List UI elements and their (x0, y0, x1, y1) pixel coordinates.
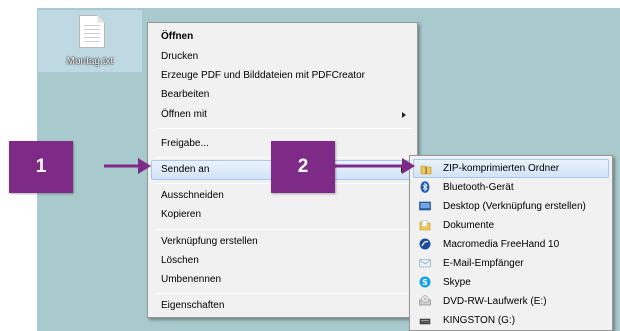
documents-folder-icon (419, 220, 431, 231)
submenu-item-desktop[interactable]: Desktop (Verknüpfung erstellen) (413, 197, 609, 216)
desktop-file-montag[interactable]: Montag.txt (38, 10, 142, 72)
menu-item-drucken[interactable]: Drucken (151, 47, 414, 67)
desktop-icon (419, 201, 431, 211)
submenu-item-kingston[interactable]: KINGSTON (G:) (413, 311, 609, 330)
skype-icon: S (419, 276, 431, 288)
menu-separator (156, 128, 413, 129)
bluetooth-icon (420, 181, 430, 193)
svg-text:S: S (422, 278, 428, 287)
menu-item-verknuepfung[interactable]: Verknüpfung erstellen (151, 232, 414, 252)
submenu-item-dvd[interactable]: DVD-RW-Laufwerk (E:) (413, 292, 609, 311)
submenu-item-zip[interactable]: ZIP-komprimierten Ordner (413, 159, 609, 178)
callout-badge-1: 1 (9, 141, 73, 193)
submenu-arrow-icon (402, 112, 406, 118)
submenu-item-skype[interactable]: S Skype (413, 273, 609, 292)
submenu-item-email[interactable]: E-Mail-Empfänger (413, 254, 609, 273)
menu-item-kopieren[interactable]: Kopieren (151, 205, 414, 225)
menu-item-oeffnen-mit[interactable]: Öffnen mit (151, 105, 414, 125)
usb-drive-icon (419, 318, 431, 325)
submenu-arrow-icon (401, 167, 405, 173)
submenu-item-dokumente[interactable]: Dokumente (413, 216, 609, 235)
menu-item-umbenennen[interactable]: Umbenennen (151, 270, 414, 290)
freehand-icon (419, 238, 431, 250)
send-to-submenu: ZIP-komprimierten Ordner Bluetooth-Gerät… (409, 155, 613, 331)
file-name-label: Montag.txt (66, 56, 114, 67)
submenu-item-freehand[interactable]: Macromedia FreeHand 10 (413, 235, 609, 254)
menu-item-eigenschaften[interactable]: Eigenschaften (151, 296, 414, 316)
menu-item-loeschen[interactable]: Löschen (151, 251, 414, 271)
zip-folder-icon (420, 165, 432, 175)
menu-item-oeffnen[interactable]: Öffnen (151, 27, 414, 47)
callout-badge-2: 2 (271, 141, 335, 193)
menu-item-bearbeiten[interactable]: Bearbeiten (151, 85, 414, 105)
mail-icon (419, 259, 431, 268)
menu-separator (156, 229, 413, 230)
dvd-drive-icon (419, 295, 431, 306)
menu-item-pdfcreator[interactable]: Erzeuge PDF und Bilddateien mit PDFCreat… (151, 66, 414, 86)
text-file-icon (79, 15, 105, 48)
menu-separator (156, 293, 413, 294)
submenu-item-bluetooth[interactable]: Bluetooth-Gerät (413, 178, 609, 197)
